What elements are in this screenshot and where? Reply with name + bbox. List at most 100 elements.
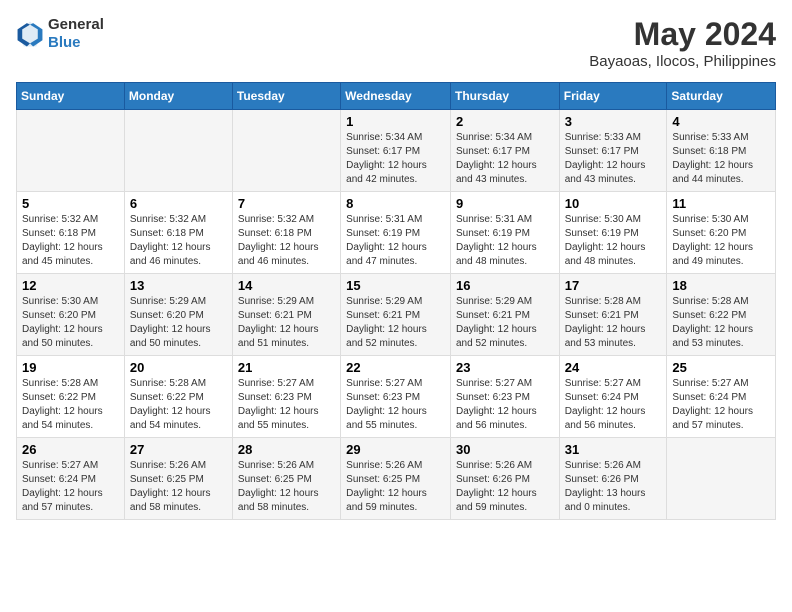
day-number: 17 [565,278,662,293]
day-number: 13 [130,278,227,293]
day-info: Sunrise: 5:29 AM Sunset: 6:21 PM Dayligh… [346,295,445,351]
calendar-cell: 23 Sunrise: 5:27 AM Sunset: 6:23 PM Dayli… [450,356,559,438]
title-block: May 2024 Bayaoas, Ilocos, Philippines [589,16,776,70]
calendar-table: SundayMondayTuesdayWednesdayThursdayFrid… [16,82,776,520]
logo-blue: Blue [48,34,81,51]
day-number: 24 [565,360,662,375]
calendar-cell: 25 Sunrise: 5:27 AM Sunset: 6:24 PM Dayli… [667,356,776,438]
day-number: 4 [672,114,770,129]
day-number: 12 [22,278,119,293]
day-number: 6 [130,196,227,211]
day-info: Sunrise: 5:28 AM Sunset: 6:21 PM Dayligh… [565,295,662,351]
day-info: Sunrise: 5:29 AM Sunset: 6:21 PM Dayligh… [456,295,554,351]
day-number: 23 [456,360,554,375]
day-info: Sunrise: 5:29 AM Sunset: 6:20 PM Dayligh… [130,295,227,351]
day-info: Sunrise: 5:30 AM Sunset: 6:19 PM Dayligh… [565,213,662,269]
day-info: Sunrise: 5:34 AM Sunset: 6:17 PM Dayligh… [346,131,445,187]
day-info: Sunrise: 5:33 AM Sunset: 6:18 PM Dayligh… [672,131,770,187]
calendar-cell: 28Sunrise: 5:26 AM Sunset: 6:25 PM Dayli… [232,438,340,520]
calendar-cell: 7 Sunrise: 5:32 AM Sunset: 6:18 PM Daylig… [232,192,340,274]
calendar-cell: 1 Sunrise: 5:34 AM Sunset: 6:17 PM Daylig… [341,110,451,192]
day-number: 30 [456,442,554,457]
calendar-cell: 26 Sunrise: 5:27 AM Sunset: 6:24 PM Dayli… [17,438,125,520]
calendar-cell: 4 Sunrise: 5:33 AM Sunset: 6:18 PM Daylig… [667,110,776,192]
calendar-cell: 14 Sunrise: 5:29 AM Sunset: 6:21 PM Dayli… [232,274,340,356]
weekday-header-monday: Monday [124,83,232,110]
day-info: Sunrise: 5:31 AM Sunset: 6:19 PM Dayligh… [346,213,445,269]
day-number: 3 [565,114,662,129]
calendar-title: May 2024 [589,16,776,53]
day-info: Sunrise: 5:27 AM Sunset: 6:23 PM Dayligh… [346,377,445,433]
day-number: 2 [456,114,554,129]
weekday-header-saturday: Saturday [667,83,776,110]
day-number: 1 [346,114,445,129]
day-info: Sunrise: 5:34 AM Sunset: 6:17 PM Dayligh… [456,131,554,187]
day-number: 18 [672,278,770,293]
day-number: 21 [238,360,335,375]
calendar-cell: 31Sunrise: 5:26 AM Sunset: 6:26 PM Dayli… [559,438,667,520]
day-info: Sunrise: 5:29 AM Sunset: 6:21 PM Dayligh… [238,295,335,351]
weekday-header-sunday: Sunday [17,83,125,110]
day-info: Sunrise: 5:26 AM Sunset: 6:26 PM Dayligh… [565,459,662,515]
day-number: 7 [238,196,335,211]
calendar-cell: 24 Sunrise: 5:27 AM Sunset: 6:24 PM Dayli… [559,356,667,438]
day-number: 9 [456,196,554,211]
day-number: 19 [22,360,119,375]
day-number: 25 [672,360,770,375]
calendar-cell: 16 Sunrise: 5:29 AM Sunset: 6:21 PM Dayli… [450,274,559,356]
day-info: Sunrise: 5:33 AM Sunset: 6:17 PM Dayligh… [565,131,662,187]
weekday-header-row: SundayMondayTuesdayWednesdayThursdayFrid… [17,83,776,110]
day-number: 11 [672,196,770,211]
day-info: Sunrise: 5:27 AM Sunset: 6:24 PM Dayligh… [565,377,662,433]
day-info: Sunrise: 5:27 AM Sunset: 6:24 PM Dayligh… [22,459,119,515]
calendar-cell: 20Sunrise: 5:28 AM Sunset: 6:22 PM Dayli… [124,356,232,438]
week-row-3: 12 Sunrise: 5:30 AM Sunset: 6:20 PM Dayli… [17,274,776,356]
day-number: 22 [346,360,445,375]
calendar-cell: 2 Sunrise: 5:34 AM Sunset: 6:17 PM Daylig… [450,110,559,192]
calendar-cell: 3 Sunrise: 5:33 AM Sunset: 6:17 PM Daylig… [559,110,667,192]
day-info: Sunrise: 5:27 AM Sunset: 6:24 PM Dayligh… [672,377,770,433]
calendar-cell: 11Sunrise: 5:30 AM Sunset: 6:20 PM Dayli… [667,192,776,274]
day-info: Sunrise: 5:32 AM Sunset: 6:18 PM Dayligh… [238,213,335,269]
day-info: Sunrise: 5:26 AM Sunset: 6:26 PM Dayligh… [456,459,554,515]
day-number: 26 [22,442,119,457]
weekday-header-thursday: Thursday [450,83,559,110]
calendar-cell: 17 Sunrise: 5:28 AM Sunset: 6:21 PM Dayli… [559,274,667,356]
calendar-cell: 6 Sunrise: 5:32 AM Sunset: 6:18 PM Daylig… [124,192,232,274]
calendar-cell: 18 Sunrise: 5:28 AM Sunset: 6:22 PM Dayli… [667,274,776,356]
week-row-1: 1 Sunrise: 5:34 AM Sunset: 6:17 PM Daylig… [17,110,776,192]
day-info: Sunrise: 5:27 AM Sunset: 6:23 PM Dayligh… [238,377,335,433]
day-number: 16 [456,278,554,293]
day-info: Sunrise: 5:30 AM Sunset: 6:20 PM Dayligh… [22,295,119,351]
calendar-cell: 10 Sunrise: 5:30 AM Sunset: 6:19 PM Dayli… [559,192,667,274]
week-row-4: 19 Sunrise: 5:28 AM Sunset: 6:22 PM Dayli… [17,356,776,438]
day-number: 29 [346,442,445,457]
day-number: 14 [238,278,335,293]
day-info: Sunrise: 5:26 AM Sunset: 6:25 PM Dayligh… [346,459,445,515]
calendar-cell [17,110,125,192]
calendar-cell: 22 Sunrise: 5:27 AM Sunset: 6:23 PM Dayli… [341,356,451,438]
weekday-header-wednesday: Wednesday [341,83,451,110]
weekday-header-friday: Friday [559,83,667,110]
day-number: 10 [565,196,662,211]
generalblue-logo-icon [16,20,44,48]
day-number: 8 [346,196,445,211]
day-info: Sunrise: 5:26 AM Sunset: 6:25 PM Dayligh… [130,459,227,515]
calendar-cell: 21 Sunrise: 5:27 AM Sunset: 6:23 PM Dayli… [232,356,340,438]
calendar-cell: 29 Sunrise: 5:26 AM Sunset: 6:25 PM Dayli… [341,438,451,520]
logo: General Blue [16,16,104,52]
calendar-cell: 13 Sunrise: 5:29 AM Sunset: 6:20 PM Dayli… [124,274,232,356]
day-number: 27 [130,442,227,457]
day-info: Sunrise: 5:28 AM Sunset: 6:22 PM Dayligh… [130,377,227,433]
calendar-cell: 5Sunrise: 5:32 AM Sunset: 6:18 PM Daylig… [17,192,125,274]
day-number: 15 [346,278,445,293]
day-info: Sunrise: 5:32 AM Sunset: 6:18 PM Dayligh… [130,213,227,269]
day-info: Sunrise: 5:27 AM Sunset: 6:23 PM Dayligh… [456,377,554,433]
day-info: Sunrise: 5:26 AM Sunset: 6:25 PM Dayligh… [238,459,335,515]
week-row-5: 26 Sunrise: 5:27 AM Sunset: 6:24 PM Dayli… [17,438,776,520]
calendar-cell [232,110,340,192]
calendar-cell: 30 Sunrise: 5:26 AM Sunset: 6:26 PM Dayli… [450,438,559,520]
page-header: General Blue May 2024 Bayaoas, Ilocos, P… [16,16,776,70]
calendar-cell: 19Sunrise: 5:28 AM Sunset: 6:22 PM Dayli… [17,356,125,438]
day-info: Sunrise: 5:28 AM Sunset: 6:22 PM Dayligh… [672,295,770,351]
